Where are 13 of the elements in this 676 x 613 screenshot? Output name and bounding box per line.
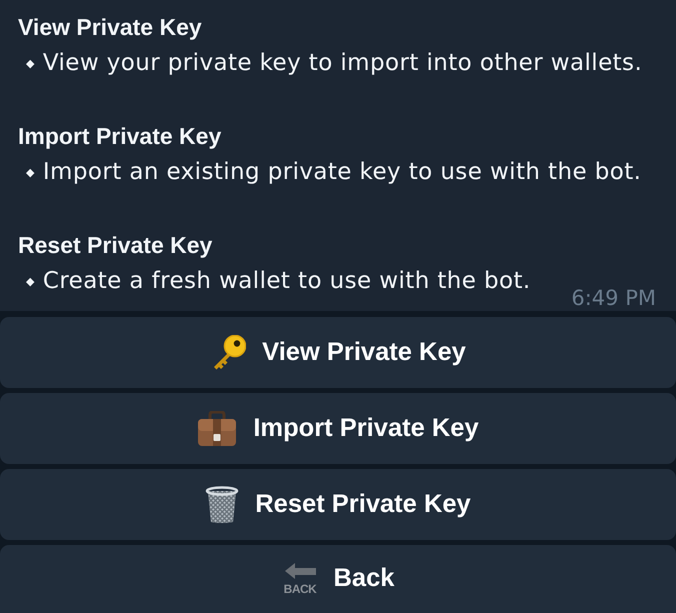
section-title: Reset Private Key [18, 231, 214, 260]
keyboard-button[interactable]: Reset Private Key [0, 469, 676, 540]
wastebasket-icon [205, 486, 240, 524]
keyboard-button[interactable]: Import Private Key [0, 393, 676, 464]
section-title: Import Private Key [18, 122, 222, 151]
message-time: 6:49 PM [571, 286, 656, 310]
keyboard-button[interactable]: BACK Back [0, 545, 676, 613]
bullet-text: $^{◆}$ View your private key to import into other wallets. [25, 49, 644, 78]
briefcase-icon [197, 410, 238, 446]
section-title: View Private Key [18, 13, 203, 42]
bullet-text: $^{◆}$ Import an existing private key to use with the bot. [25, 158, 642, 187]
bullet-text: $^{◆}$ Create a fresh wallet to use with the bot. [25, 267, 531, 296]
keyboard-button[interactable]: View Private Key [0, 317, 676, 388]
